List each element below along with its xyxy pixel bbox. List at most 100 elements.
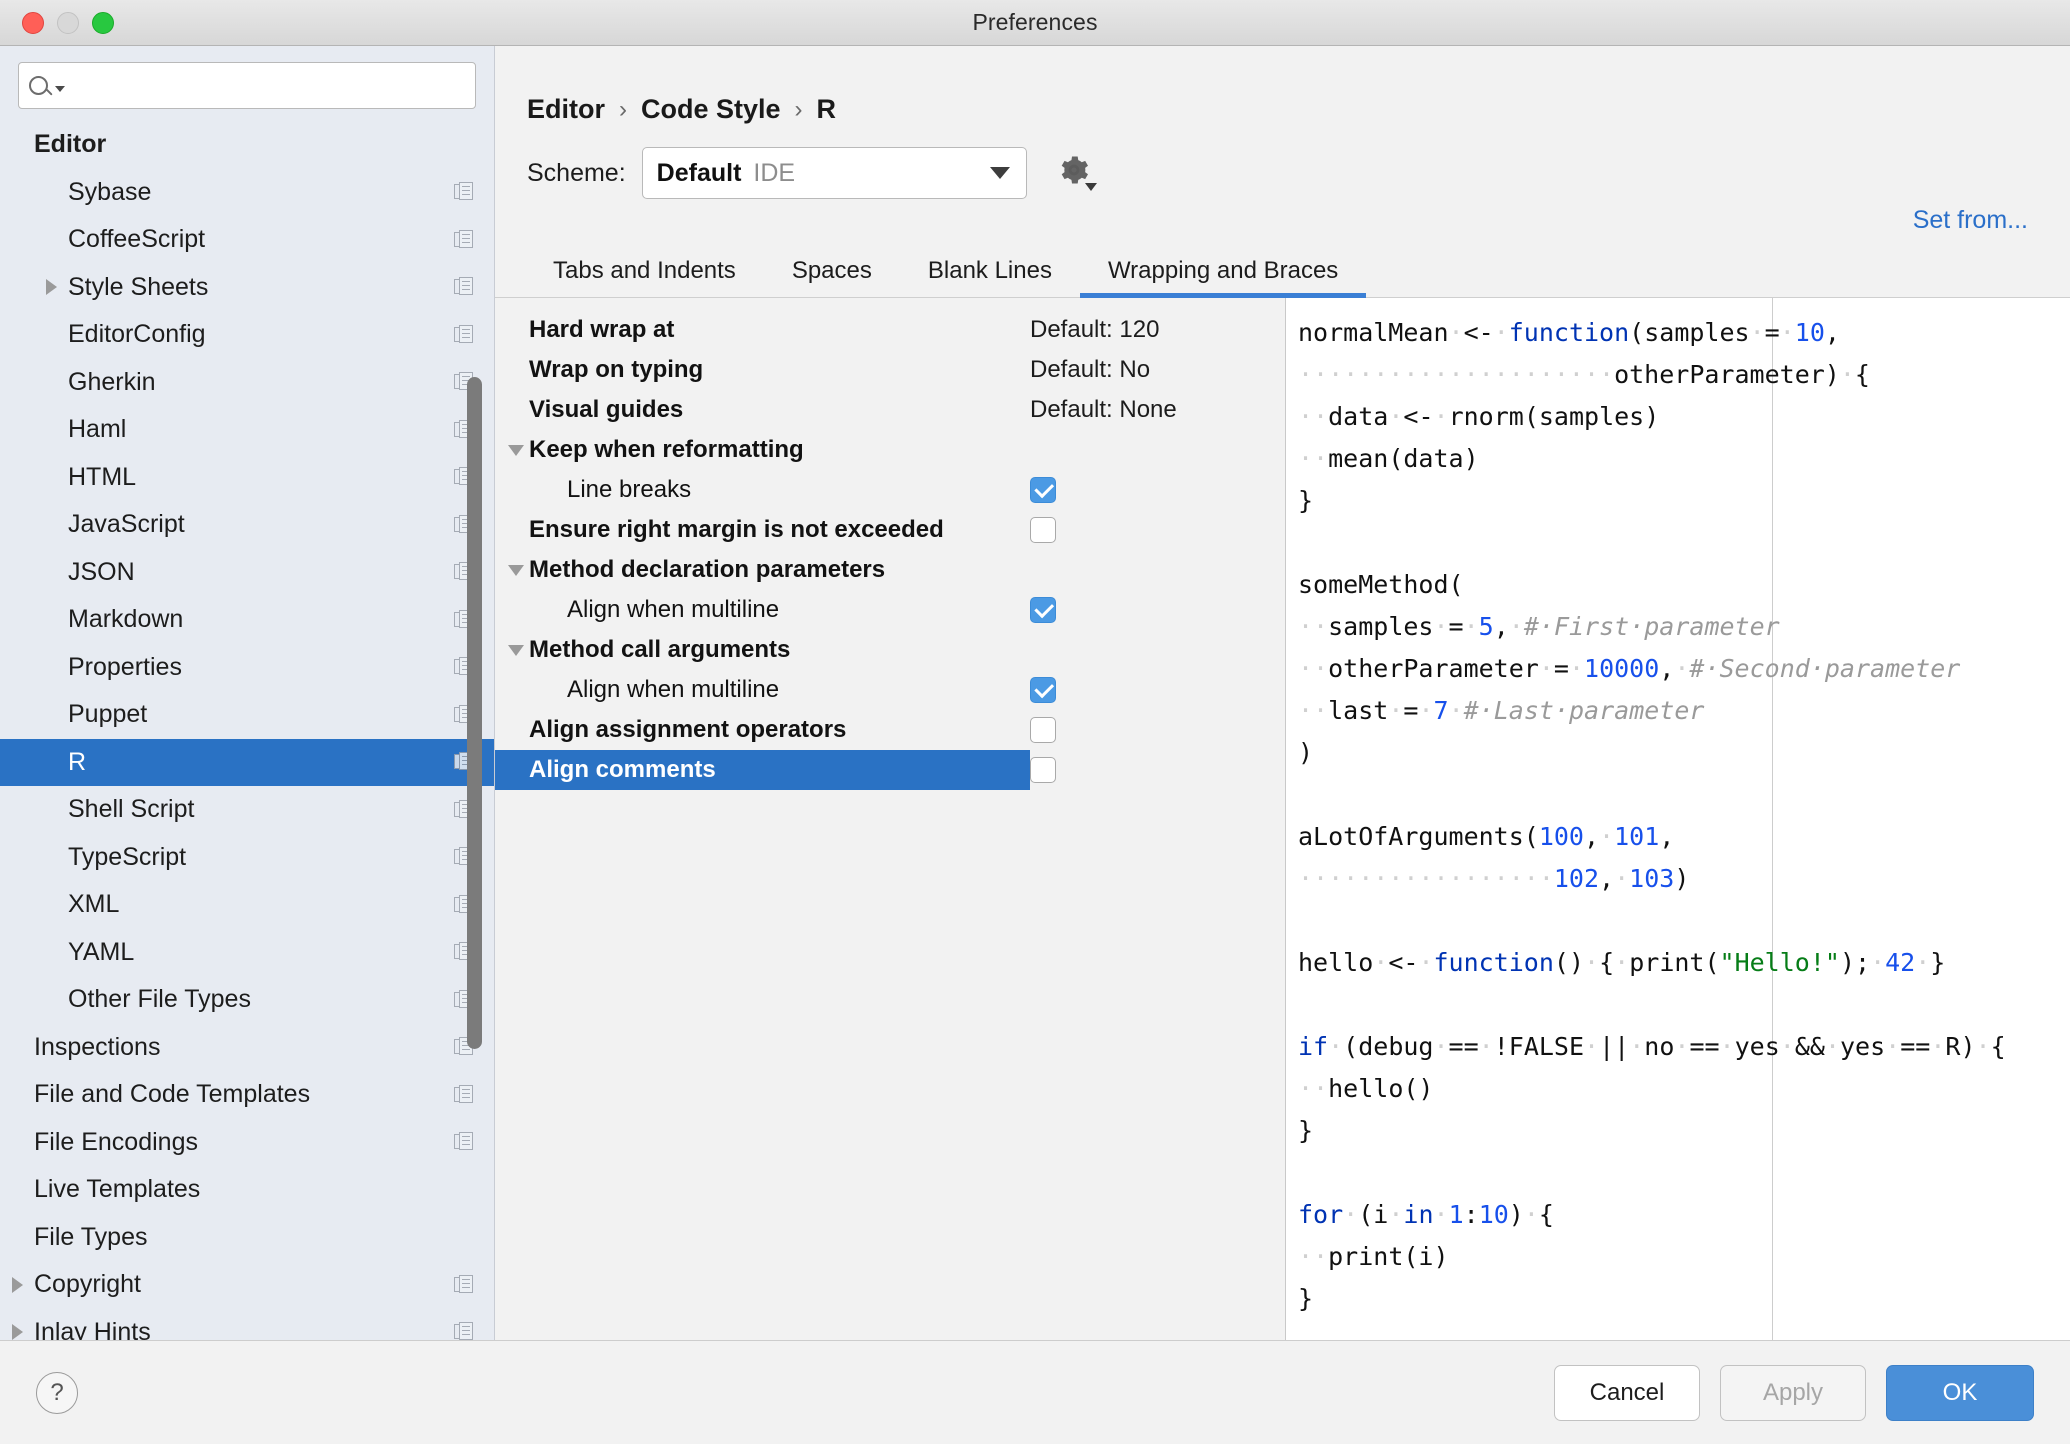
chevron-down-icon[interactable]	[508, 644, 524, 656]
copy-settings-icon[interactable]	[454, 1274, 474, 1295]
sidebar-item-label: Shell Script	[68, 795, 195, 824]
sidebar-item-editorconfig[interactable]: EditorConfig	[0, 311, 494, 359]
setting-label: Align when multiline	[567, 596, 780, 623]
code-preview-panel[interactable]: normalMean·<-·function(samples·=·10, ····…	[1285, 298, 2070, 1340]
chevron-down-icon[interactable]	[508, 444, 524, 456]
sidebar-item-style-sheets[interactable]: Style Sheets	[0, 264, 494, 312]
setting-label: Align when multiline	[567, 676, 780, 703]
setting-default-value: Default: No	[1030, 356, 1151, 383]
copy-settings-icon[interactable]	[454, 1084, 474, 1105]
window-title: Preferences	[972, 9, 1098, 35]
sidebar-item-puppet[interactable]: Puppet	[0, 691, 494, 739]
sidebar-item-file-and-code-templates[interactable]: File and Code Templates	[0, 1071, 494, 1119]
sidebar-item-html[interactable]: HTML	[0, 454, 494, 502]
copy-settings-icon[interactable]	[454, 182, 474, 202]
settings-tree[interactable]: Editor Sybase CoffeeScript Style Sheets Edi…	[0, 119, 494, 1340]
breadcrumb-code-style[interactable]: Code Style	[641, 94, 781, 125]
sidebar-item-inlay-hints[interactable]: Inlay Hints	[0, 1309, 494, 1340]
code-line: normalMean·<-·function(samples·=·10,	[1298, 318, 1840, 347]
breadcrumb-leaf: R	[816, 94, 837, 124]
gear-icon[interactable]	[1057, 153, 1097, 193]
sidebar-item-inspections[interactable]: Inspections	[0, 1024, 494, 1072]
setting-twisty-slot	[495, 644, 529, 656]
sidebar-item-properties[interactable]: Properties	[0, 644, 494, 692]
sidebar-item-label: Haml	[68, 415, 127, 444]
breadcrumb-separator-2: ›	[794, 95, 803, 123]
sidebar-section-editor[interactable]: Editor	[0, 121, 494, 169]
sidebar-item-file-encodings[interactable]: File Encodings	[0, 1119, 494, 1167]
copy-settings-icon[interactable]	[454, 324, 474, 345]
scheme-row: Scheme: Default IDE	[495, 125, 2070, 199]
settings-options-list[interactable]: Hard wrap at Wrap on typing Visual guides K…	[495, 298, 1285, 1340]
breadcrumb: Editor › Code Style › R	[495, 46, 2070, 125]
setting-default-value	[1030, 750, 1285, 790]
sidebar-item-label: EditorConfig	[68, 320, 206, 349]
copy-settings-icon[interactable]	[454, 1132, 474, 1152]
ok-button[interactable]: OK	[1886, 1364, 2034, 1421]
chevron-right-icon[interactable]	[45, 279, 57, 296]
sidebar-item-javascript[interactable]: JavaScript	[0, 501, 494, 549]
code-style-tabs[interactable]: Tabs and Indents Spaces Blank Lines Wrappin…	[495, 247, 2070, 298]
sidebar-item-file-types[interactable]: File Types	[0, 1214, 494, 1262]
sidebar-item-label: JavaScript	[68, 510, 185, 539]
code-line: for·(i·in·1:10)·{	[1298, 1200, 1554, 1229]
sidebar-item-label: File and Code Templates	[34, 1080, 311, 1109]
code-line: if·(debug·==·!FALSE·||·no·==·yes·&&·yes·…	[1298, 1032, 2006, 1061]
cancel-button[interactable]: Cancel	[1554, 1364, 1700, 1421]
tab-spaces[interactable]: Spaces	[764, 247, 900, 297]
gear-chevron-icon	[1084, 183, 1097, 191]
sidebar-item-shell-script[interactable]: Shell Script	[0, 786, 494, 834]
sidebar-item-copyright[interactable]: Copyright	[0, 1261, 494, 1309]
setting-default-value	[1030, 630, 1285, 670]
sidebar-item-yaml[interactable]: YAML	[0, 929, 494, 977]
chevron-down-icon[interactable]	[508, 564, 524, 576]
scheme-dropdown[interactable]: Default IDE	[641, 147, 1027, 199]
sidebar-scrollbar-thumb[interactable]	[467, 377, 482, 1049]
sidebar-item-label: File Encodings	[34, 1127, 198, 1156]
tab-tabs-and-indents[interactable]: Tabs and Indents	[525, 247, 764, 297]
code-line: hello·<-·function()·{·print("Hello!");·4…	[1298, 948, 1946, 977]
sidebar-item-label: Inspections	[34, 1032, 161, 1061]
sidebar-item-typescript[interactable]: TypeScript	[0, 834, 494, 882]
settings-detail-panel: Editor › Code Style › R Scheme: Default …	[495, 46, 2070, 1340]
sidebar-item-label: Live Templates	[34, 1175, 201, 1204]
copy-settings-icon[interactable]	[454, 229, 474, 250]
code-line: }	[1298, 486, 1314, 515]
sidebar-item-sybase[interactable]: Sybase	[0, 169, 494, 217]
code-line: ··last·=·7·#·Last·parameter	[1298, 696, 1705, 725]
apply-button[interactable]: Apply	[1720, 1364, 1866, 1421]
code-line: ·····················otherParameter)·{	[1298, 360, 1870, 389]
tree-twisty-slot	[0, 1324, 34, 1340]
setting-default-value	[1030, 590, 1285, 630]
breadcrumb-root[interactable]: Editor	[527, 94, 605, 125]
chevron-right-icon[interactable]	[11, 1276, 23, 1293]
sidebar-item-gherkin[interactable]: Gherkin	[0, 359, 494, 407]
tab-blank-lines[interactable]: Blank Lines	[900, 247, 1080, 297]
search-input[interactable]	[18, 62, 476, 109]
help-button[interactable]: ?	[36, 1371, 78, 1414]
sidebar-item-live-templates[interactable]: Live Templates	[0, 1166, 494, 1214]
copy-settings-icon[interactable]	[454, 277, 474, 297]
setting-default-value	[1030, 550, 1285, 590]
setting-label: Hard wrap at	[529, 316, 675, 343]
sidebar-item-haml[interactable]: Haml	[0, 406, 494, 454]
sidebar-item-json[interactable]: JSON	[0, 549, 494, 597]
code-line: }	[1298, 1116, 1314, 1145]
sidebar-item-coffeescript[interactable]: CoffeeScript	[0, 216, 494, 264]
search-icon	[29, 76, 65, 95]
set-from-link[interactable]: Set from...	[1913, 206, 2028, 235]
chevron-right-icon[interactable]	[11, 1324, 23, 1340]
sidebar-item-markdown[interactable]: Markdown	[0, 596, 494, 644]
preferences-window: Preferences Editor Sybase CoffeeScript Sty…	[0, 0, 2070, 1444]
sidebar-item-r[interactable]: R	[0, 738, 494, 786]
tab-wrapping-and-braces[interactable]: Wrapping and Braces	[1079, 247, 1367, 298]
sidebar-item-xml[interactable]: XML	[0, 881, 494, 929]
setting-row-align-comments[interactable]: Align comments	[495, 750, 1030, 790]
code-line: ··otherParameter·=·10000,·#·Second·param…	[1298, 654, 1961, 683]
sidebar-item-other-file-types[interactable]: Other File Types	[0, 976, 494, 1024]
copy-settings-icon[interactable]	[454, 1322, 474, 1340]
